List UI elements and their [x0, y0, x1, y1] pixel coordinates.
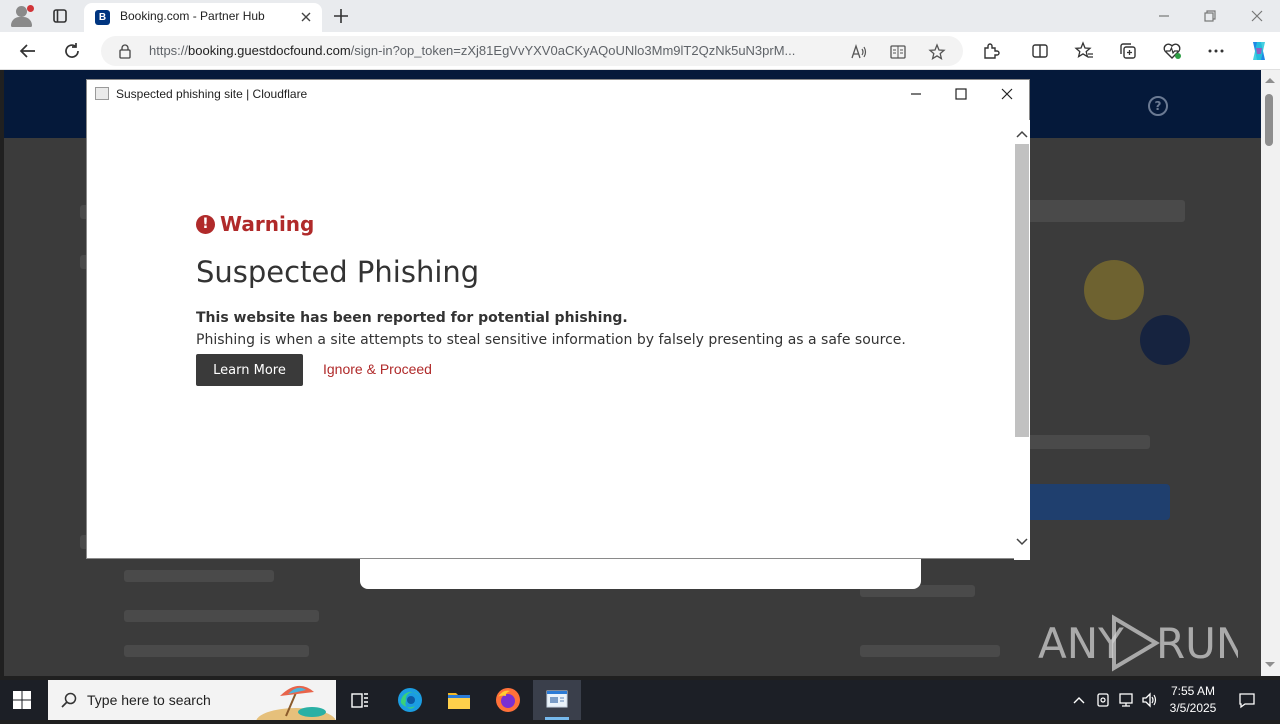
- immersive-reader-icon[interactable]: [889, 43, 907, 61]
- collections-icon[interactable]: [1118, 41, 1138, 61]
- extensions-icon[interactable]: [981, 41, 1001, 61]
- lock-icon[interactable]: [117, 43, 133, 59]
- help-icon[interactable]: ?: [1148, 96, 1168, 116]
- scroll-down-icon[interactable]: [1016, 532, 1028, 546]
- url-text: https://booking.guestdocfound.com/sign-i…: [149, 43, 795, 58]
- popup-title-bar[interactable]: Suspected phishing site | Cloudflare: [87, 80, 1029, 108]
- read-aloud-icon[interactable]: [850, 43, 868, 61]
- popup-close-icon[interactable]: [999, 86, 1015, 102]
- more-icon[interactable]: [1206, 41, 1226, 61]
- popup-minimize-icon[interactable]: [908, 86, 924, 102]
- scroll-up-icon[interactable]: [1264, 75, 1276, 85]
- popup-window-icon[interactable]: [533, 680, 581, 720]
- search-placeholder: Type here to search: [87, 692, 211, 708]
- favorites-icon[interactable]: [1074, 41, 1094, 61]
- device-icon[interactable]: [1094, 691, 1112, 709]
- browser-toolbar: https://booking.guestdocfound.com/sign-i…: [0, 32, 1280, 70]
- windows-start-icon[interactable]: [12, 690, 32, 710]
- blurred-illustration: [1140, 315, 1190, 365]
- split-screen-icon[interactable]: [1030, 41, 1050, 61]
- page-scrollbar-thumb[interactable]: [1265, 94, 1273, 146]
- popup-title: Suspected phishing site | Cloudflare: [116, 87, 308, 101]
- page-scrollbar[interactable]: [1261, 70, 1280, 676]
- warning-description: Phishing is when a site attempts to stea…: [196, 332, 906, 348]
- new-tab-icon[interactable]: [331, 6, 351, 26]
- back-icon[interactable]: [18, 41, 38, 61]
- warning-lead-text: This website has been reported for poten…: [196, 310, 628, 326]
- tab-actions-icon[interactable]: [50, 6, 70, 26]
- window-close-icon[interactable]: [1249, 8, 1265, 24]
- login-card: [360, 559, 921, 589]
- booking-favicon-icon: B: [95, 10, 110, 25]
- scroll-up-icon[interactable]: [1016, 126, 1028, 138]
- ignore-proceed-link[interactable]: Ignore & Proceed: [323, 361, 432, 377]
- profile-icon[interactable]: [9, 4, 35, 28]
- taskbar-search-box[interactable]: Type here to search: [48, 680, 336, 724]
- firefox-icon[interactable]: [484, 680, 532, 720]
- tab-booking-partner-hub[interactable]: B Booking.com - Partner Hub: [84, 3, 322, 32]
- taskbar-clock[interactable]: 7:55 AM 3/5/2025: [1160, 683, 1226, 717]
- search-highlight-icon: [256, 682, 336, 724]
- copilot-icon[interactable]: [1247, 39, 1271, 63]
- blurred-element: [124, 645, 309, 657]
- svg-text:RUN: RUN: [1156, 619, 1238, 668]
- chevron-up-icon[interactable]: [1070, 691, 1088, 709]
- blurred-element: [124, 570, 274, 582]
- task-view-icon[interactable]: [336, 680, 384, 720]
- heart-pulse-icon[interactable]: [1162, 41, 1182, 61]
- window-page-icon: [95, 87, 109, 100]
- scroll-down-icon[interactable]: [1264, 660, 1276, 670]
- volume-icon[interactable]: [1141, 691, 1159, 709]
- file-explorer-icon[interactable]: [435, 680, 483, 720]
- phishing-warning-window: Suspected phishing site | Cloudflare ! W…: [86, 79, 1030, 560]
- clock-time: 7:55 AM: [1170, 684, 1216, 698]
- blurred-button: [1020, 484, 1170, 520]
- search-icon: [60, 691, 78, 709]
- notifications-icon[interactable]: [1238, 691, 1256, 709]
- blurred-element: [860, 645, 1000, 657]
- refresh-icon[interactable]: [62, 41, 82, 61]
- address-bar[interactable]: https://booking.guestdocfound.com/sign-i…: [101, 36, 963, 66]
- warning-label: Warning: [220, 212, 315, 236]
- blurred-element: [1020, 200, 1185, 222]
- blurred-element: [1020, 435, 1150, 449]
- learn-more-button[interactable]: Learn More: [196, 354, 303, 386]
- star-icon[interactable]: [928, 43, 946, 61]
- url-prefix: https://: [149, 43, 189, 58]
- network-icon[interactable]: [1117, 691, 1135, 709]
- page-title: Suspected Phishing: [196, 255, 480, 289]
- url-path: /sign-in?op_token=zXj81EgVvYXV0aCKyAQoUN…: [350, 43, 796, 58]
- window-restore-icon[interactable]: [1202, 8, 1218, 24]
- browser-tab-bar: B Booking.com - Partner Hub: [0, 0, 1280, 32]
- tab-title: Booking.com - Partner Hub: [120, 9, 265, 23]
- tab-close-icon[interactable]: [298, 9, 314, 25]
- blurred-illustration: [1084, 260, 1144, 320]
- warning-icon: !: [196, 215, 215, 234]
- popup-scrollbar-thumb[interactable]: [1015, 144, 1029, 437]
- edge-icon[interactable]: [386, 680, 434, 720]
- url-domain: booking.guestdocfound.com: [188, 43, 351, 58]
- clock-date: 3/5/2025: [1169, 701, 1217, 715]
- window-minimize-icon[interactable]: [1156, 8, 1172, 24]
- svg-text:ANY: ANY: [1038, 619, 1124, 668]
- popup-maximize-icon[interactable]: [953, 86, 969, 102]
- anyrun-watermark: ANY RUN: [1038, 610, 1247, 674]
- windows-taskbar: Type here to search 7:55 AM 3/5/2025: [0, 680, 1280, 724]
- blurred-element: [124, 610, 319, 622]
- popup-scrollbar[interactable]: [1014, 120, 1030, 560]
